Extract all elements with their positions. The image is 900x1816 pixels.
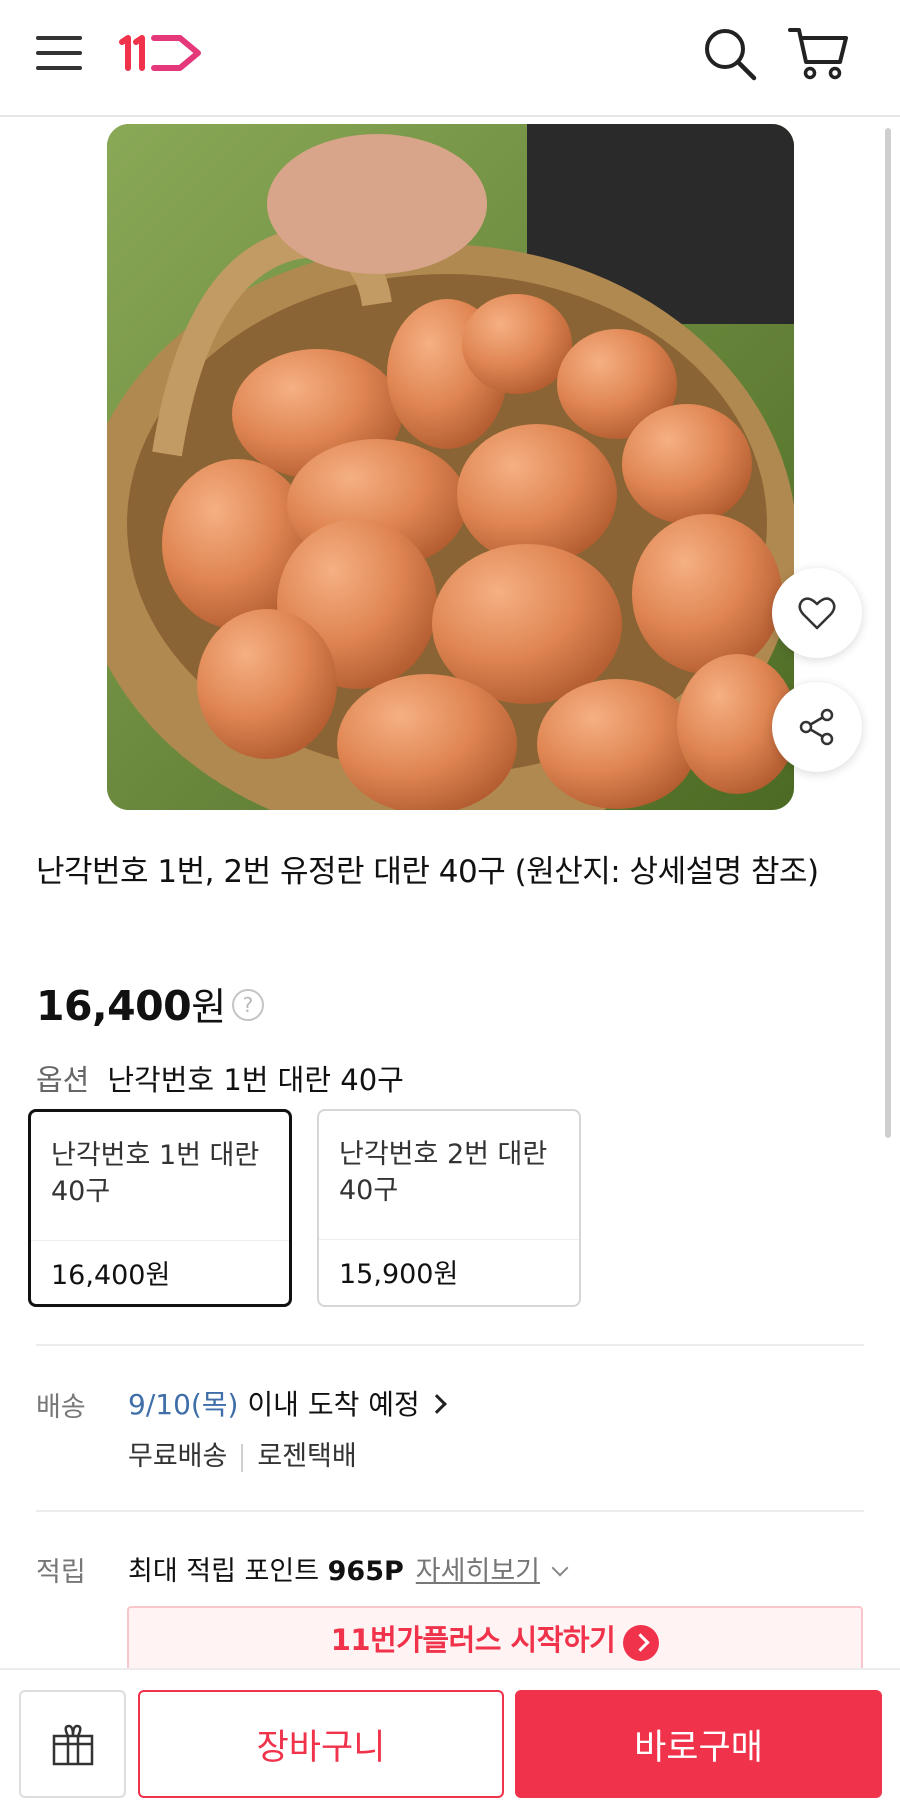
product-image[interactable]	[107, 124, 794, 810]
points-detail-label: 자세히보기	[415, 1556, 540, 1587]
shipping-date-link[interactable]: 9/10(목) 이내 도착 예정	[128, 1383, 447, 1423]
arrow-right-icon	[623, 1624, 660, 1661]
shipping-date-suffix: 이내 도착 예정	[238, 1388, 420, 1421]
shipping-date: 9/10(목)	[128, 1388, 239, 1421]
gift-icon	[52, 1724, 93, 1766]
separator	[241, 1443, 244, 1472]
price-unit: 원	[191, 985, 226, 1029]
buy-now-button[interactable]: 바로구매	[515, 1690, 882, 1798]
add-to-cart-button[interactable]: 장바구니	[138, 1690, 504, 1798]
chevron-right-icon	[426, 1394, 447, 1414]
shipping-details: 무료배송 로젠택배	[128, 1434, 357, 1473]
share-button[interactable]	[772, 682, 862, 772]
price: 16,400원?	[36, 976, 264, 1031]
points-label: 적립	[36, 1557, 86, 1588]
shipping-carrier: 로젠택배	[257, 1441, 357, 1472]
menu-icon[interactable]	[34, 30, 86, 76]
option-card-name: 난각번호 1번 대란 40구	[51, 1140, 260, 1207]
option-selected-value: 난각번호 1번 대란 40구	[107, 1063, 404, 1097]
share-icon	[799, 708, 834, 746]
points-prefix: 최대 적립 포인트	[128, 1556, 328, 1587]
logo[interactable]	[116, 22, 206, 84]
option-card-divider	[31, 1240, 289, 1241]
heart-icon	[798, 597, 836, 630]
option-card-name: 난각번호 2번 대란 40구	[339, 1139, 548, 1206]
price-value: 16,400	[36, 982, 192, 1030]
points-info: 최대 적립 포인트 965P 자세히보기	[128, 1549, 569, 1588]
option-card-1[interactable]: 난각번호 1번 대란 40구 16,400원	[28, 1109, 292, 1307]
points-detail-link[interactable]: 자세히보기	[415, 1556, 569, 1587]
cart-icon[interactable]	[786, 22, 852, 84]
option-label: 옵션	[36, 1063, 90, 1097]
option-card-price: 16,400원	[51, 1260, 171, 1291]
shipping-label: 배송	[36, 1392, 86, 1423]
section-divider	[36, 1344, 864, 1346]
points-amount: 965P	[327, 1556, 404, 1587]
product-title: 난각번호 1번, 2번 유정란 대란 40구 (원산지: 상세설명 참조)	[36, 854, 819, 890]
price-help-icon[interactable]: ?	[231, 989, 264, 1021]
section-divider	[36, 1510, 864, 1512]
gift-button[interactable]	[19, 1690, 126, 1798]
option-card-2[interactable]: 난각번호 2번 대란 40구 15,900원	[317, 1109, 581, 1307]
top-header	[0, 0, 900, 117]
bottom-action-bar: 장바구니 바로구매	[0, 1668, 900, 1816]
option-card-price: 15,900원	[339, 1259, 459, 1290]
shipping-fee: 무료배송	[128, 1441, 228, 1472]
scrollbar[interactable]	[885, 128, 891, 1138]
chevron-down-icon	[551, 1559, 569, 1577]
search-icon[interactable]	[700, 24, 760, 84]
option-card-divider	[319, 1239, 579, 1240]
wishlist-button[interactable]	[772, 568, 862, 658]
plus-banner-button[interactable]: 11번가플러스 시작하기	[127, 1606, 863, 1670]
option-row: 옵션 난각번호 1번 대란 40구	[36, 1057, 404, 1099]
plus-banner-text: 11번가플러스 시작하기	[330, 1623, 616, 1657]
